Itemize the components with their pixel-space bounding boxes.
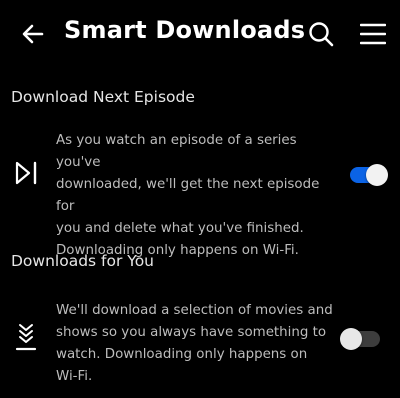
app-header: Smart Downloads xyxy=(0,0,400,66)
menu-button[interactable] xyxy=(358,18,388,50)
page-title: Smart Downloads xyxy=(64,16,306,44)
search-button[interactable] xyxy=(304,18,338,50)
description-line: downloaded, we'll get the next episode f… xyxy=(56,177,320,214)
downloads-for-you-description: We'll download a selection of movies and… xyxy=(56,300,336,388)
arrow-left-icon xyxy=(22,24,44,44)
description-line: watch. Downloading only happens on xyxy=(56,347,308,362)
back-button[interactable] xyxy=(18,20,48,48)
hamburger-menu-icon xyxy=(360,23,386,45)
download-next-episode-description: As you watch an episode of a series you'… xyxy=(56,130,336,262)
description-line: you and delete what you've finished. xyxy=(56,221,304,236)
skip-next-icon xyxy=(14,160,40,186)
description-line: As you watch an episode of a series you'… xyxy=(56,133,297,170)
downloads-for-you-icon xyxy=(14,320,38,356)
description-line: shows so you always have something to xyxy=(56,325,327,340)
description-line: We'll download a selection of movies and xyxy=(56,303,333,318)
section-heading-download-next-episode: Download Next Episode xyxy=(11,88,195,106)
toggle-knob xyxy=(366,164,388,186)
downloads-for-you-toggle[interactable] xyxy=(340,328,380,350)
description-line: Wi-Fi. xyxy=(56,369,93,384)
search-icon xyxy=(309,22,334,47)
toggle-knob xyxy=(340,328,362,350)
section-heading-downloads-for-you: Downloads for You xyxy=(11,252,155,270)
download-next-episode-toggle[interactable] xyxy=(350,164,388,186)
